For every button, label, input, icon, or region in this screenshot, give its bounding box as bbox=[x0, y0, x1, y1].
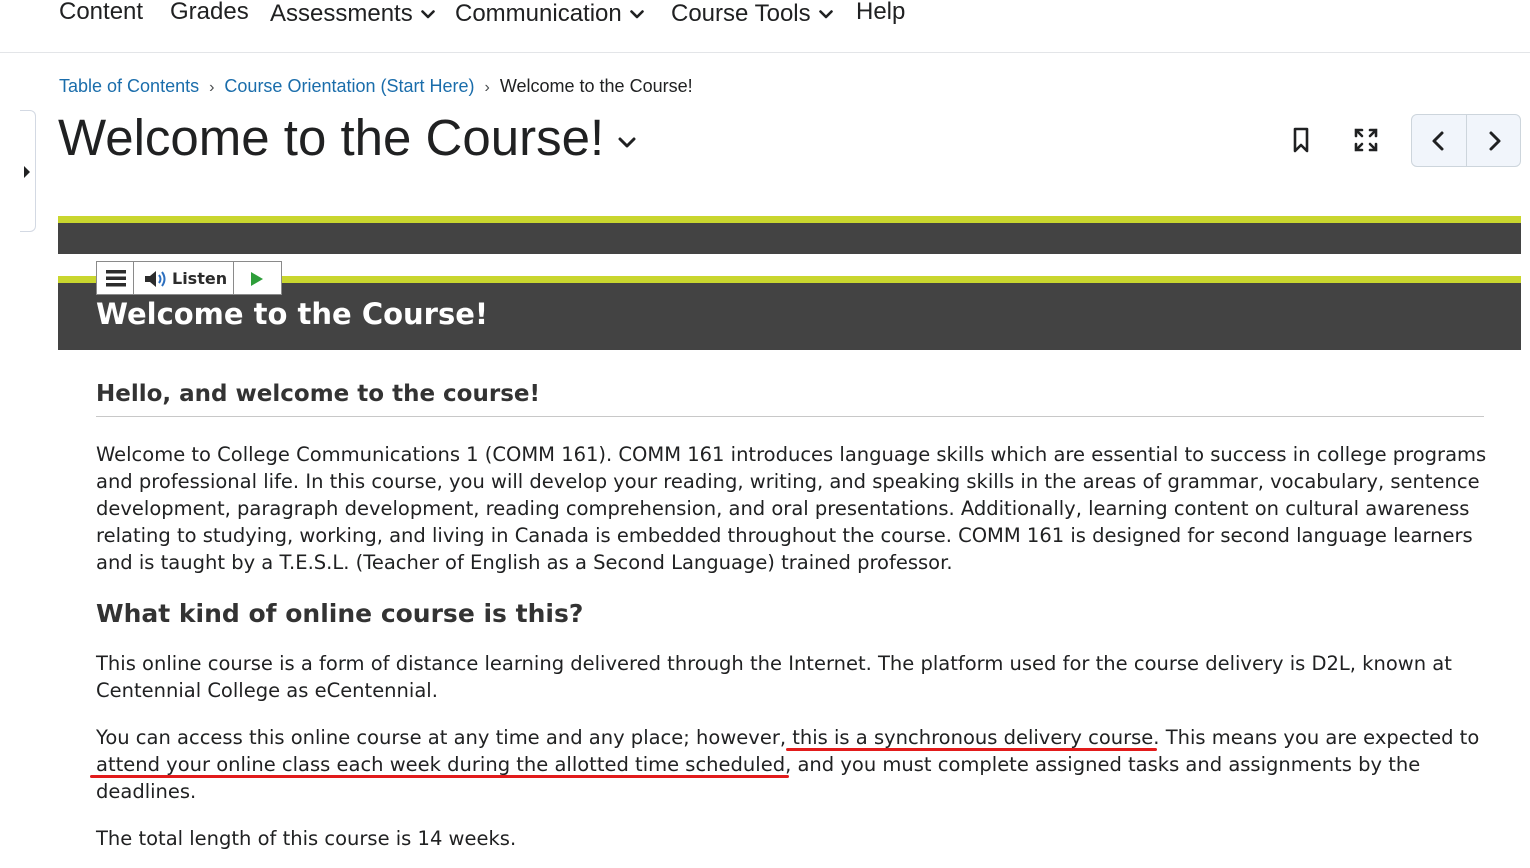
page-title: Welcome to the Course! bbox=[58, 109, 605, 166]
nav-item-help[interactable]: Help bbox=[856, 0, 905, 26]
nav-item-label: Grades bbox=[170, 0, 249, 25]
nav-item-label: Assessments bbox=[270, 0, 413, 27]
heading-divider bbox=[96, 416, 1484, 417]
nav-item-grades[interactable]: Grades bbox=[170, 0, 249, 26]
attendance-highlight: attend your online class each week durin… bbox=[96, 753, 786, 776]
topic-pager bbox=[1411, 114, 1521, 167]
nav-item-label: Communication bbox=[455, 0, 622, 27]
caret-right-icon bbox=[24, 166, 30, 178]
hello-heading: Hello, and welcome to the course! bbox=[96, 381, 540, 407]
listen-button[interactable]: Listen bbox=[134, 262, 234, 294]
banner-dark-stripe bbox=[58, 223, 1521, 254]
chevron-down-icon bbox=[420, 0, 435, 26]
nav-item-course-tools[interactable]: Course Tools bbox=[671, 0, 833, 28]
speaker-icon bbox=[145, 271, 166, 287]
access-text: You can access this online course at any… bbox=[96, 726, 793, 749]
listen-toolbar: Listen bbox=[96, 261, 282, 295]
banner-heading: Welcome to the Course! bbox=[96, 297, 489, 331]
previous-topic-button[interactable] bbox=[1412, 115, 1467, 166]
listen-label: Listen bbox=[172, 269, 228, 288]
nav-item-communication[interactable]: Communication bbox=[455, 0, 644, 28]
breadcrumb: Table of Contents › Course Orientation (St… bbox=[59, 76, 693, 97]
nav-item-label: Course Tools bbox=[671, 0, 811, 27]
nav-item-label: Help bbox=[856, 0, 906, 25]
next-topic-button[interactable] bbox=[1467, 115, 1520, 166]
breadcrumb-current: Welcome to the Course! bbox=[499, 76, 693, 96]
nav-item-label: Content bbox=[59, 0, 144, 25]
chevron-down-icon bbox=[818, 0, 833, 26]
side-panel-toggle[interactable] bbox=[20, 110, 36, 232]
breadcrumb-link-course-orientation[interactable]: Course Orientation (Start Here) bbox=[224, 76, 474, 96]
listen-menu-button[interactable] bbox=[97, 262, 134, 294]
banner-accent-stripe bbox=[58, 216, 1521, 223]
fullscreen-icon[interactable] bbox=[1353, 127, 1379, 157]
chevron-down-icon bbox=[629, 0, 644, 26]
synchronous-highlight: this is a synchronous delivery course bbox=[792, 726, 1154, 749]
chevron-left-icon bbox=[1432, 131, 1444, 151]
top-navigation: Content Grades Assessments Communication… bbox=[0, 0, 1530, 53]
nav-item-assessments[interactable]: Assessments bbox=[270, 0, 435, 28]
access-text: . This means you are expected to bbox=[1153, 726, 1480, 749]
title-menu-chevron-down-icon[interactable] bbox=[617, 135, 637, 154]
play-button[interactable] bbox=[234, 262, 281, 294]
breadcrumb-separator: › bbox=[209, 79, 215, 96]
chevron-right-icon bbox=[1489, 131, 1501, 151]
intro-paragraph: Welcome to College Communications 1 (COM… bbox=[96, 443, 1487, 574]
play-icon bbox=[251, 272, 263, 286]
online-course-paragraph: This online course is a form of distance… bbox=[96, 652, 1452, 702]
bookmark-icon[interactable] bbox=[1290, 126, 1312, 158]
breadcrumb-link-table-of-contents[interactable]: Table of Contents bbox=[59, 76, 199, 96]
online-course-heading: What kind of online course is this? bbox=[96, 599, 584, 628]
access-paragraph: You can access this online course at any… bbox=[96, 724, 1496, 805]
course-length-paragraph: The total length of this course is 14 we… bbox=[96, 827, 517, 850]
menu-icon bbox=[106, 270, 126, 287]
nav-item-content[interactable]: Content bbox=[59, 0, 143, 26]
breadcrumb-separator: › bbox=[484, 79, 490, 96]
